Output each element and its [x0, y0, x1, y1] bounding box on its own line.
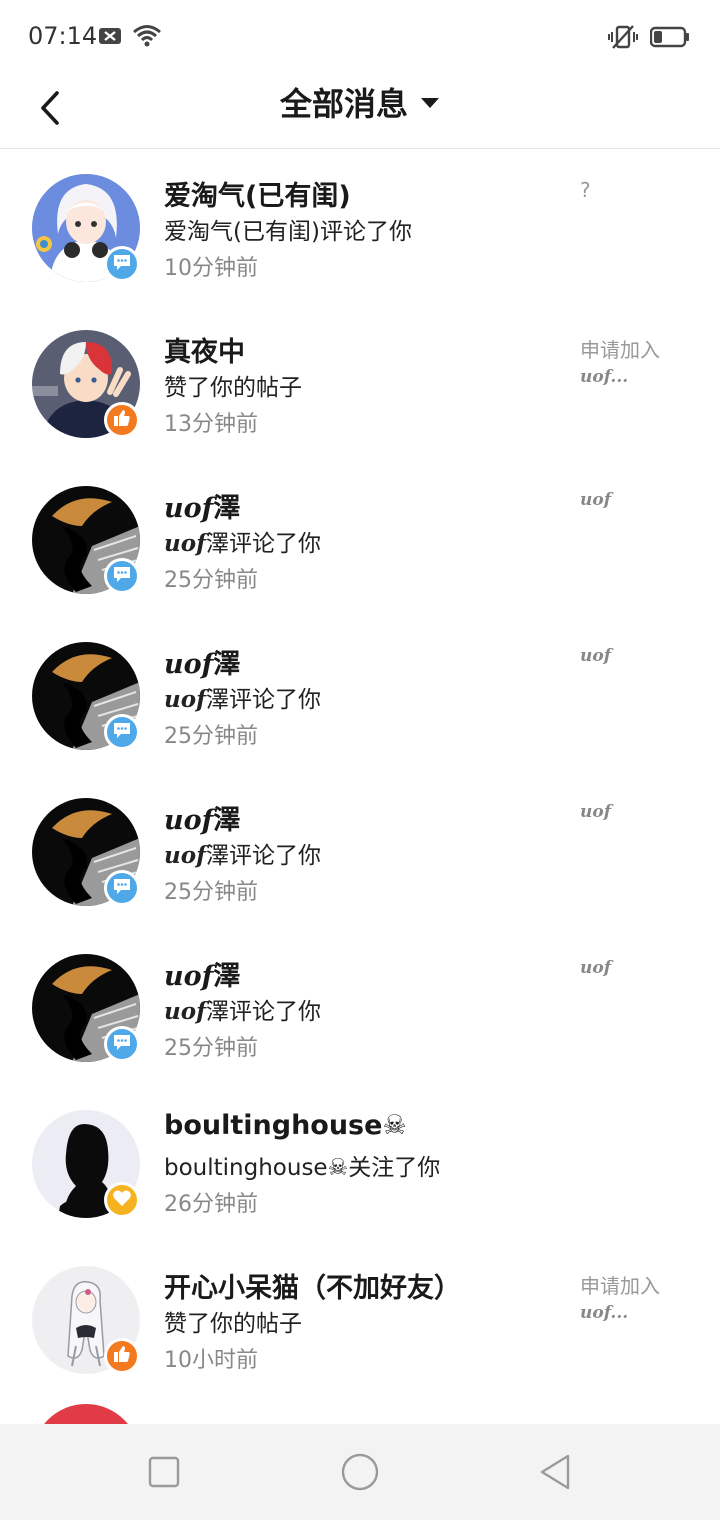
- sender-name: uof澤: [164, 493, 241, 524]
- join-request-label: 申请加入: [580, 1274, 660, 1298]
- status-icons-left: [98, 24, 162, 52]
- chat-bubble-icon: [112, 253, 132, 275]
- sender-name: uof澤: [164, 805, 241, 836]
- join-request-label: 申请加入: [580, 338, 660, 362]
- thumbs-up-icon: [112, 1344, 132, 1368]
- right-meta-text: ?: [580, 178, 591, 202]
- system-nav-bar: [0, 1424, 720, 1520]
- comment-badge: [104, 246, 140, 282]
- right-meta: uof: [580, 490, 700, 510]
- home-circle-icon: [338, 1453, 382, 1498]
- comment-badge: [104, 558, 140, 594]
- chat-bubble-icon: [112, 1033, 132, 1055]
- message-action: 赞了你的帖子: [164, 1311, 302, 1337]
- sender-name: uof澤: [164, 649, 241, 680]
- title-dropdown[interactable]: 全部消息: [0, 74, 720, 134]
- sender-name: boultinghouse☠: [164, 1110, 407, 1141]
- recent-apps-button[interactable]: [144, 1452, 184, 1492]
- message-row[interactable]: boultinghouse☠ boultinghouse☠关注了你 26分钟前: [0, 1086, 720, 1242]
- message-row[interactable]: uof澤 uof澤评论了你 25分钟前 uof: [0, 618, 720, 774]
- like-badge: [104, 402, 140, 438]
- message-action: uof澤评论了你: [164, 998, 321, 1025]
- follow-badge: [104, 1182, 140, 1218]
- sender-name: uof澤: [164, 961, 241, 992]
- message-row[interactable]: 真夜中 赞了你的帖子 13分钟前 申请加入 uof...: [0, 306, 720, 462]
- right-meta: ?: [580, 178, 700, 202]
- message-action: boultinghouse☠关注了你: [164, 1155, 441, 1181]
- right-meta: uof: [580, 958, 700, 978]
- message-row[interactable]: uof澤 uof澤评论了你 25分钟前 uof: [0, 774, 720, 930]
- header: 全部消息: [0, 72, 720, 149]
- chevron-left-icon: [39, 90, 61, 130]
- comment-badge: [104, 870, 140, 906]
- status-bar: 07:14: [0, 0, 720, 72]
- message-time: 10分钟前: [164, 256, 258, 281]
- vibrate-mute-icon: [608, 24, 638, 54]
- battery-icon: [649, 26, 690, 52]
- status-icons-right: [608, 24, 690, 54]
- back-button[interactable]: [30, 82, 70, 138]
- post-preview: uof: [580, 802, 612, 822]
- right-meta: uof: [580, 646, 700, 666]
- message-action: 爱淘气(已有闺)评论了你: [164, 219, 412, 245]
- wifi-icon: [132, 24, 162, 52]
- chat-bubble-icon: [112, 565, 132, 587]
- message-action: uof澤评论了你: [164, 686, 321, 713]
- x-notification-icon: [98, 26, 122, 50]
- right-meta[interactable]: 申请加入 uof...: [580, 1270, 700, 1323]
- home-button[interactable]: [338, 1450, 382, 1494]
- message-time: 25分钟前: [164, 724, 258, 749]
- message-time: 13分钟前: [164, 412, 258, 437]
- sender-name: 开心小呆猫（不加好友）: [164, 1273, 461, 1304]
- group-name-preview: uof...: [580, 367, 629, 387]
- message-row[interactable]: uof澤 uof澤评论了你 25分钟前 uof: [0, 462, 720, 618]
- comment-badge: [104, 1026, 140, 1062]
- chat-bubble-icon: [112, 877, 132, 899]
- message-row[interactable]: 爱淘气(已有闺) 爱淘气(已有闺)评论了你 10分钟前 ?: [0, 150, 720, 306]
- post-preview: uof: [580, 958, 612, 978]
- back-nav-button[interactable]: [536, 1452, 576, 1492]
- message-time: 25分钟前: [164, 880, 258, 905]
- page-title: 全部消息: [279, 85, 408, 123]
- message-row[interactable]: 开心小呆猫（不加好友） 赞了你的帖子 10小时前 申请加入 uof...: [0, 1242, 720, 1398]
- recent-apps-square-icon: [144, 1456, 184, 1496]
- message-list: 爱淘气(已有闺) 爱淘气(已有闺)评论了你 10分钟前 ? 真夜中 赞了你的帖子…: [0, 150, 720, 1512]
- post-preview: uof: [580, 490, 612, 510]
- thumbs-up-icon: [112, 408, 132, 432]
- message-time: 25分钟前: [164, 568, 258, 593]
- message-action: 赞了你的帖子: [164, 375, 302, 401]
- comment-badge: [104, 714, 140, 750]
- sender-name: 真夜中: [164, 337, 245, 368]
- post-preview: uof: [580, 646, 612, 666]
- chat-bubble-icon: [112, 721, 132, 743]
- status-time: 07:14: [28, 22, 98, 50]
- sender-name: 爱淘气(已有闺): [164, 181, 351, 212]
- message-time: 26分钟前: [164, 1192, 258, 1217]
- message-action: uof澤评论了你: [164, 842, 321, 869]
- like-badge: [104, 1338, 140, 1374]
- caret-down-icon: [420, 95, 440, 114]
- heart-icon: [112, 1189, 132, 1211]
- group-name-preview: uof...: [580, 1303, 629, 1323]
- right-meta[interactable]: 申请加入 uof...: [580, 334, 700, 387]
- message-time: 10小时前: [164, 1348, 258, 1373]
- message-time: 25分钟前: [164, 1036, 258, 1061]
- back-triangle-icon: [536, 1454, 576, 1496]
- message-action: uof澤评论了你: [164, 530, 321, 557]
- message-row[interactable]: uof澤 uof澤评论了你 25分钟前 uof: [0, 930, 720, 1086]
- right-meta: uof: [580, 802, 700, 822]
